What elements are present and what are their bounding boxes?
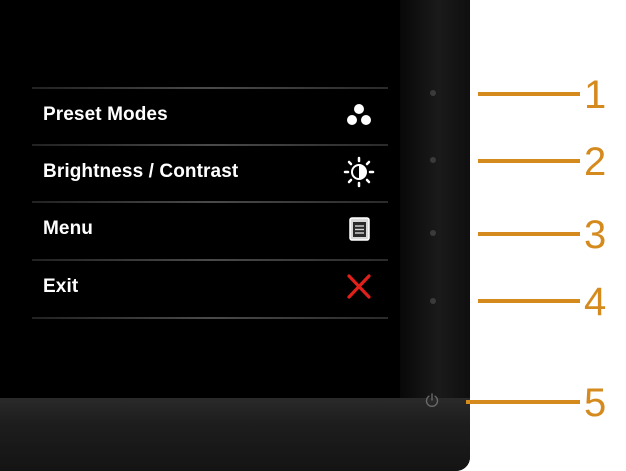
monitor-screen: Preset Modes Brightness / Contrast Menu … (0, 0, 400, 398)
osd-divider (32, 87, 388, 89)
osd-button-3[interactable] (430, 230, 436, 236)
osd-item-menu[interactable]: Menu (32, 201, 388, 257)
osd-item-preset-modes[interactable]: Preset Modes (32, 87, 388, 143)
osd-item-label: Preset Modes (43, 104, 168, 125)
callout-line-5 (466, 400, 580, 404)
osd-item-label: Menu (43, 218, 94, 239)
osd-item-brightness-contrast[interactable]: Brightness / Contrast (32, 144, 388, 200)
osd-item-exit[interactable]: Exit (32, 259, 388, 315)
osd-item-label: Exit (43, 276, 79, 297)
osd-divider (32, 317, 388, 319)
power-icon[interactable] (424, 392, 440, 408)
osd-button-2[interactable] (430, 157, 436, 163)
monitor: Preset Modes Brightness / Contrast Menu … (0, 0, 470, 471)
exit-icon (347, 274, 371, 299)
callout-line-1 (478, 92, 580, 96)
menu-icon (349, 217, 370, 241)
osd-button-4[interactable] (430, 298, 436, 304)
callout-number-5: 5 (584, 381, 607, 425)
preset-modes-icon (347, 104, 371, 125)
brightness-contrast-icon (343, 156, 375, 188)
callout-line-2 (478, 159, 580, 163)
callout-line-3 (478, 232, 580, 236)
callout-number-3: 3 (584, 213, 607, 257)
callout-number-1: 1 (584, 73, 607, 117)
osd-item-label: Brightness / Contrast (43, 161, 239, 182)
callout-number-2: 2 (584, 140, 607, 184)
callout-line-4 (478, 299, 580, 303)
osd-button-1[interactable] (430, 90, 436, 96)
monitor-bezel-bottom (0, 398, 470, 471)
osd-menu: Preset Modes Brightness / Contrast Menu … (32, 87, 388, 319)
osd-divider (32, 201, 388, 203)
osd-divider (32, 144, 388, 146)
osd-divider (32, 259, 388, 261)
callout-number-4: 4 (584, 280, 607, 324)
